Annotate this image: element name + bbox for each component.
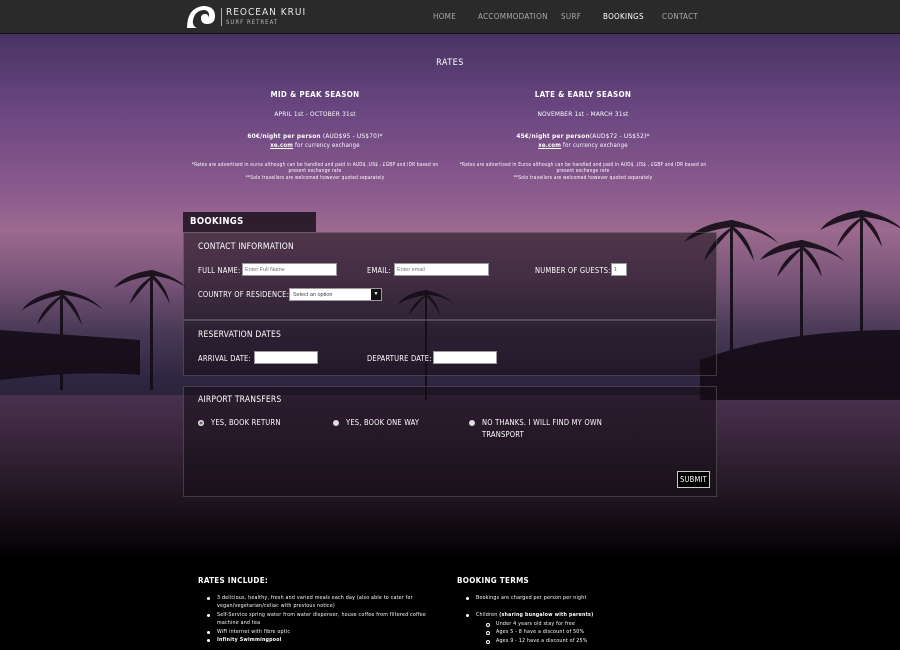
- season-price: 45€/night per person(AUD$72 - US$52)*: [458, 132, 708, 140]
- nav-surf[interactable]: SURF: [561, 12, 581, 21]
- transfer-option-none[interactable]: NO THANKS. I WILL FIND MY OWN TRANSPORT: [469, 417, 619, 441]
- nav-accommodation[interactable]: ACCOMMODATION: [478, 12, 548, 21]
- children-label: Children: [476, 612, 498, 619]
- country-select-value: Select an option: [293, 292, 333, 298]
- radio-selected-icon: [198, 420, 204, 426]
- radio-icon: [333, 420, 339, 426]
- list-item: Ages 5 - 8 have a discount of 50%: [486, 628, 696, 636]
- full-name-label: FULL NAME:: [198, 266, 241, 275]
- booking-terms-list: Bookings are charged per person per nigh…: [466, 594, 696, 645]
- nav-home[interactable]: HOME: [433, 12, 456, 21]
- contact-information-panel: CONTACT INFORMATION FULL NAME: EMAIL: NU…: [183, 232, 717, 320]
- country-select[interactable]: Select an option ▼: [289, 288, 382, 301]
- transfer-option-one-way[interactable]: YES, BOOK ONE WAY: [333, 417, 419, 429]
- main-menu: HOME ACCOMMODATION SURF BOOKINGS CONTACT: [0, 12, 900, 24]
- xe-link[interactable]: xe.com: [538, 142, 561, 149]
- full-name-input[interactable]: [242, 263, 337, 276]
- nav-contact[interactable]: CONTACT: [662, 12, 698, 21]
- season-dates: NOVEMBER 1st - MARCH 31st: [537, 110, 629, 118]
- radio-icon: [469, 420, 475, 426]
- nav-bookings[interactable]: BOOKINGS: [603, 12, 644, 21]
- price-rest: (AUD$72 - US$52)*: [589, 132, 650, 140]
- footnote-2: **Solo travellers are welcomed however q…: [513, 175, 653, 181]
- season-dates: APRIL 1st - OCTOBER 31st: [274, 110, 356, 118]
- list-item: Children (sharing bungalow with parents)…: [466, 611, 696, 645]
- price-bold: 45€/night per person: [516, 132, 590, 140]
- country-label: COUNTRY OF RESIDENCE:: [198, 290, 290, 299]
- rates-include-list: 3 delicious, healthy, fresh and varied m…: [207, 594, 442, 645]
- price-bold: 60€/night per person: [247, 132, 321, 140]
- rate-footnotes: *Rates are advertised in Euros although …: [458, 163, 708, 182]
- option-label: YES, BOOK RETURN: [211, 418, 281, 427]
- season-title: MID & PEAK SEASON: [270, 90, 360, 99]
- list-item: Ages 9 - 12 have a discount of 25%: [486, 637, 696, 645]
- rates-include-title: RATES INCLUDE:: [198, 576, 269, 585]
- arrival-date-label: ARRIVAL DATE:: [198, 354, 251, 363]
- transfers-title: AIRPORT TRANSFERS: [198, 395, 282, 405]
- list-item: Self-Service spring water from water dis…: [207, 611, 442, 628]
- email-input[interactable]: [394, 263, 489, 276]
- list-item: WiFi internet with fibre optic: [207, 628, 442, 636]
- price-rest: (AUD$95 - US$70)*: [320, 132, 383, 140]
- footnote-1: *Rates are advertised in euros although …: [191, 163, 439, 175]
- option-label: NO THANKS. I WILL FIND MY OWN TRANSPORT: [482, 418, 602, 439]
- list-item: Under 4 years old stay for free: [486, 620, 696, 628]
- rate-footnotes: *Rates are advertised in euros although …: [190, 163, 440, 182]
- footnote-2: **Solo travellers are welcomed however q…: [245, 175, 385, 181]
- children-discounts: Under 4 years old stay for free Ages 5 -…: [486, 620, 696, 645]
- currency-note: xe.com for currency exchange: [270, 142, 360, 149]
- option-label: YES, BOOK ONE WAY: [346, 418, 420, 427]
- season-late-early: LATE & EARLY SEASON NOVEMBER 1st - MARCH…: [458, 90, 708, 182]
- guests-input[interactable]: 1: [611, 263, 627, 276]
- guests-label: NUMBER OF GUESTS:: [535, 266, 611, 275]
- email-label: EMAIL:: [367, 266, 391, 275]
- reservation-title: RESERVATION DATES: [198, 330, 282, 340]
- footnote-1: *Rates are advertised in Euros although …: [459, 163, 707, 175]
- booking-terms-title: BOOKING TERMS: [457, 576, 530, 585]
- rates-title: RATES: [436, 58, 464, 68]
- list-item: 3 delicious, healthy, fresh and varied m…: [207, 594, 442, 611]
- currency-note: xe.com for currency exchange: [538, 142, 628, 149]
- reservation-dates-panel: RESERVATION DATES ARRIVAL DATE: DEPARTUR…: [183, 320, 717, 376]
- season-title: LATE & EARLY SEASON: [534, 90, 632, 99]
- bookings-heading: BOOKINGS: [183, 212, 316, 232]
- submit-button[interactable]: SUBMIT: [677, 471, 710, 488]
- transfer-option-return[interactable]: YES, BOOK RETURN: [198, 417, 281, 429]
- list-item: Infinity Swimmingpool: [207, 636, 442, 644]
- departure-date-input[interactable]: [433, 351, 497, 364]
- list-item: Bookings are charged per person per nigh…: [466, 594, 696, 602]
- departure-date-label: DEPARTURE DATE:: [367, 354, 432, 363]
- contact-title: CONTACT INFORMATION: [198, 242, 294, 252]
- children-note: (sharing bungalow with parents): [499, 612, 594, 619]
- chevron-down-icon: ▼: [371, 289, 381, 300]
- top-navbar: REOCEAN KRUI SURF RETREAT HOME ACCOMMODA…: [0, 0, 900, 34]
- arrival-date-input[interactable]: [254, 351, 318, 364]
- xe-link[interactable]: xe.com: [270, 142, 293, 149]
- airport-transfers-panel: AIRPORT TRANSFERS YES, BOOK RETURN YES, …: [183, 386, 717, 497]
- season-price: 60€/night per person (AUD$95 - US$70)*: [190, 132, 440, 140]
- season-mid-peak: MID & PEAK SEASON APRIL 1st - OCTOBER 31…: [190, 90, 440, 182]
